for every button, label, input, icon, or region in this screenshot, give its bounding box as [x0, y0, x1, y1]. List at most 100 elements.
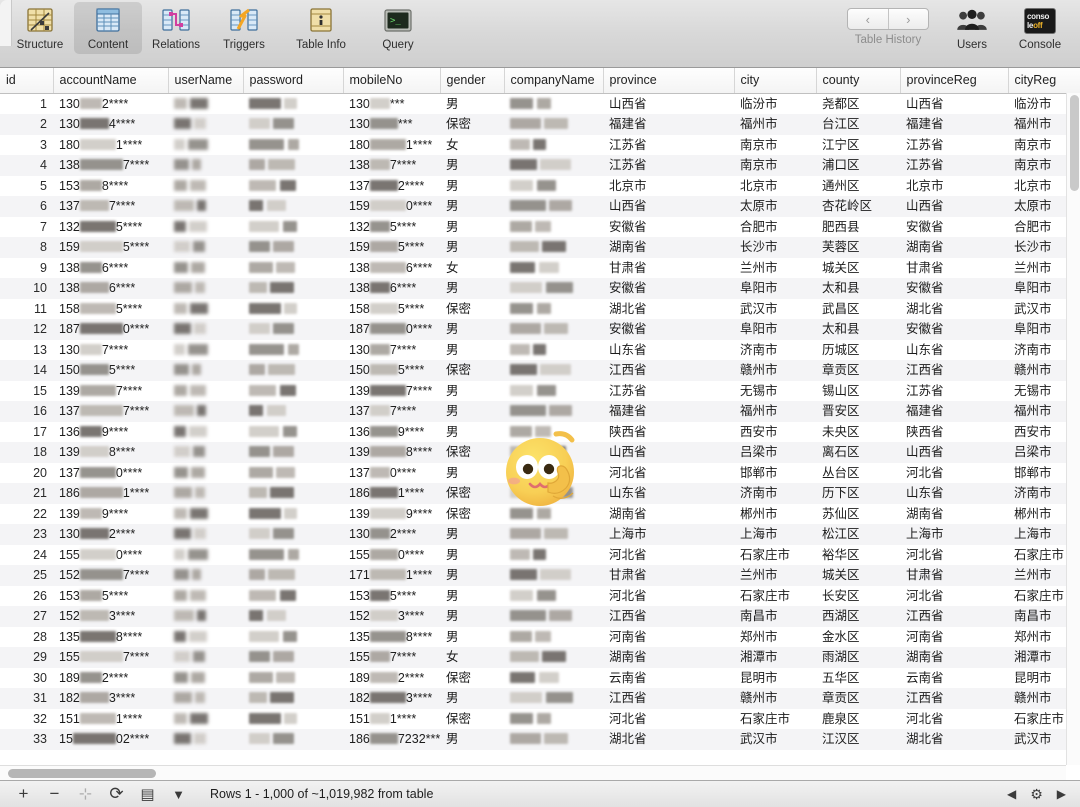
cell-username[interactable] — [168, 299, 243, 320]
cell-username[interactable] — [168, 135, 243, 156]
cell-gender[interactable]: 保密 — [440, 299, 504, 320]
cell-companyname[interactable] — [504, 729, 603, 750]
cell-city[interactable]: 西安市 — [734, 422, 816, 443]
cell-companyname[interactable] — [504, 565, 603, 586]
horizontal-scrollbar-thumb[interactable] — [8, 769, 156, 778]
cell-county[interactable]: 章贡区 — [816, 688, 900, 709]
cell-provincereg[interactable]: 福建省 — [900, 114, 1008, 135]
cell-companyname[interactable] — [504, 586, 603, 607]
table-row[interactable]: 151397**** 1397****男 江苏省无锡市锡山区江苏省无锡市 — [0, 381, 1080, 402]
cell-provincereg[interactable]: 河北省 — [900, 709, 1008, 730]
cell-id[interactable]: 21 — [0, 483, 53, 504]
cell-county[interactable]: 城关区 — [816, 258, 900, 279]
cell-id[interactable]: 22 — [0, 504, 53, 525]
cell-username[interactable] — [168, 340, 243, 361]
cell-county[interactable]: 太和县 — [816, 278, 900, 299]
cell-provincereg[interactable]: 湖北省 — [900, 729, 1008, 750]
cell-province[interactable]: 江苏省 — [603, 381, 734, 402]
cell-provincereg[interactable]: 河北省 — [900, 545, 1008, 566]
table-row[interactable]: 71325**** 1325****男 安徽省合肥市肥西县安徽省合肥市 — [0, 217, 1080, 238]
cell-province[interactable]: 山西省 — [603, 442, 734, 463]
cell-county[interactable]: 雨湖区 — [816, 647, 900, 668]
cell-mobileno[interactable]: 1867232**** — [343, 729, 440, 750]
cell-accountname[interactable]: 1801**** — [53, 135, 168, 156]
cell-id[interactable]: 12 — [0, 319, 53, 340]
cell-gender[interactable]: 女 — [440, 647, 504, 668]
cell-provincereg[interactable]: 河北省 — [900, 463, 1008, 484]
cell-province[interactable]: 河北省 — [603, 545, 734, 566]
cell-gender[interactable]: 男 — [440, 606, 504, 627]
cell-mobileno[interactable]: 1585**** — [343, 299, 440, 320]
cell-password[interactable] — [243, 422, 343, 443]
cell-city[interactable]: 湘潭市 — [734, 647, 816, 668]
cell-county[interactable]: 西湖区 — [816, 606, 900, 627]
cell-county[interactable]: 丛台区 — [816, 463, 900, 484]
cell-province[interactable]: 河南省 — [603, 627, 734, 648]
cell-gender[interactable]: 男 — [440, 401, 504, 422]
cell-accountname[interactable]: 1550**** — [53, 545, 168, 566]
cell-id[interactable]: 29 — [0, 647, 53, 668]
cell-city[interactable]: 阜阳市 — [734, 278, 816, 299]
cell-accountname[interactable]: 1377**** — [53, 196, 168, 217]
cell-provincereg[interactable]: 甘肃省 — [900, 565, 1008, 586]
column-header-province[interactable]: province — [603, 68, 734, 93]
cell-mobileno[interactable]: 1372**** — [343, 176, 440, 197]
cell-provincereg[interactable]: 江西省 — [900, 606, 1008, 627]
cell-accountname[interactable]: 1892**** — [53, 668, 168, 689]
cell-province[interactable]: 安徽省 — [603, 319, 734, 340]
cell-password[interactable] — [243, 155, 343, 176]
cell-province[interactable]: 湖南省 — [603, 504, 734, 525]
toolbar-tab-triggers[interactable]: Triggers — [210, 2, 278, 54]
column-header-password[interactable]: password — [243, 68, 343, 93]
cell-gender[interactable]: 女 — [440, 135, 504, 156]
cell-mobileno[interactable]: 1387**** — [343, 155, 440, 176]
table-row[interactable]: 301892**** 1892****保密 云南省昆明市五华区云南省昆明市 — [0, 668, 1080, 689]
cell-city[interactable]: 南京市 — [734, 155, 816, 176]
cell-accountname[interactable]: 1861**** — [53, 483, 168, 504]
cell-password[interactable] — [243, 135, 343, 156]
cell-county[interactable]: 苏仙区 — [816, 504, 900, 525]
cell-id[interactable]: 3 — [0, 135, 53, 156]
cell-county[interactable]: 松江区 — [816, 524, 900, 545]
cell-mobileno[interactable]: 1823**** — [343, 688, 440, 709]
table-row[interactable]: 131307**** 1307****男 山东省济南市历城区山东省济南市 — [0, 340, 1080, 361]
cell-password[interactable] — [243, 196, 343, 217]
cell-provincereg[interactable]: 河南省 — [900, 627, 1008, 648]
cell-province[interactable]: 江西省 — [603, 606, 734, 627]
cell-city[interactable]: 石家庄市 — [734, 709, 816, 730]
cell-companyname[interactable] — [504, 463, 603, 484]
cell-id[interactable]: 30 — [0, 668, 53, 689]
cell-city[interactable]: 福州市 — [734, 401, 816, 422]
cell-provincereg[interactable]: 江苏省 — [900, 135, 1008, 156]
cell-accountname[interactable]: 1511**** — [53, 709, 168, 730]
cell-mobileno[interactable]: 1386**** — [343, 278, 440, 299]
cell-province[interactable]: 湖南省 — [603, 647, 734, 668]
cell-username[interactable] — [168, 565, 243, 586]
cell-companyname[interactable] — [504, 93, 603, 114]
cell-password[interactable] — [243, 709, 343, 730]
horizontal-scrollbar[interactable] — [0, 765, 1066, 780]
cell-username[interactable] — [168, 258, 243, 279]
cell-provincereg[interactable]: 北京市 — [900, 176, 1008, 197]
cell-companyname[interactable] — [504, 606, 603, 627]
cell-id[interactable]: 20 — [0, 463, 53, 484]
cell-province[interactable]: 江西省 — [603, 688, 734, 709]
cell-password[interactable] — [243, 401, 343, 422]
cell-mobileno[interactable]: 1861**** — [343, 483, 440, 504]
cell-provincereg[interactable]: 湖南省 — [900, 237, 1008, 258]
cell-id[interactable]: 14 — [0, 360, 53, 381]
column-header-city[interactable]: city — [734, 68, 816, 93]
cell-gender[interactable]: 男 — [440, 340, 504, 361]
cell-companyname[interactable] — [504, 360, 603, 381]
cell-id[interactable]: 16 — [0, 401, 53, 422]
cell-companyname[interactable] — [504, 340, 603, 361]
cell-county[interactable]: 未央区 — [816, 422, 900, 443]
cell-password[interactable] — [243, 545, 343, 566]
cell-password[interactable] — [243, 688, 343, 709]
vertical-scrollbar-thumb[interactable] — [1070, 95, 1079, 191]
cell-accountname[interactable]: 1523**** — [53, 606, 168, 627]
content-grid-container[interactable]: id accountName userName password mobileN… — [0, 68, 1080, 780]
cell-gender[interactable]: 男 — [440, 237, 504, 258]
cell-companyname[interactable] — [504, 709, 603, 730]
cell-id[interactable]: 13 — [0, 340, 53, 361]
